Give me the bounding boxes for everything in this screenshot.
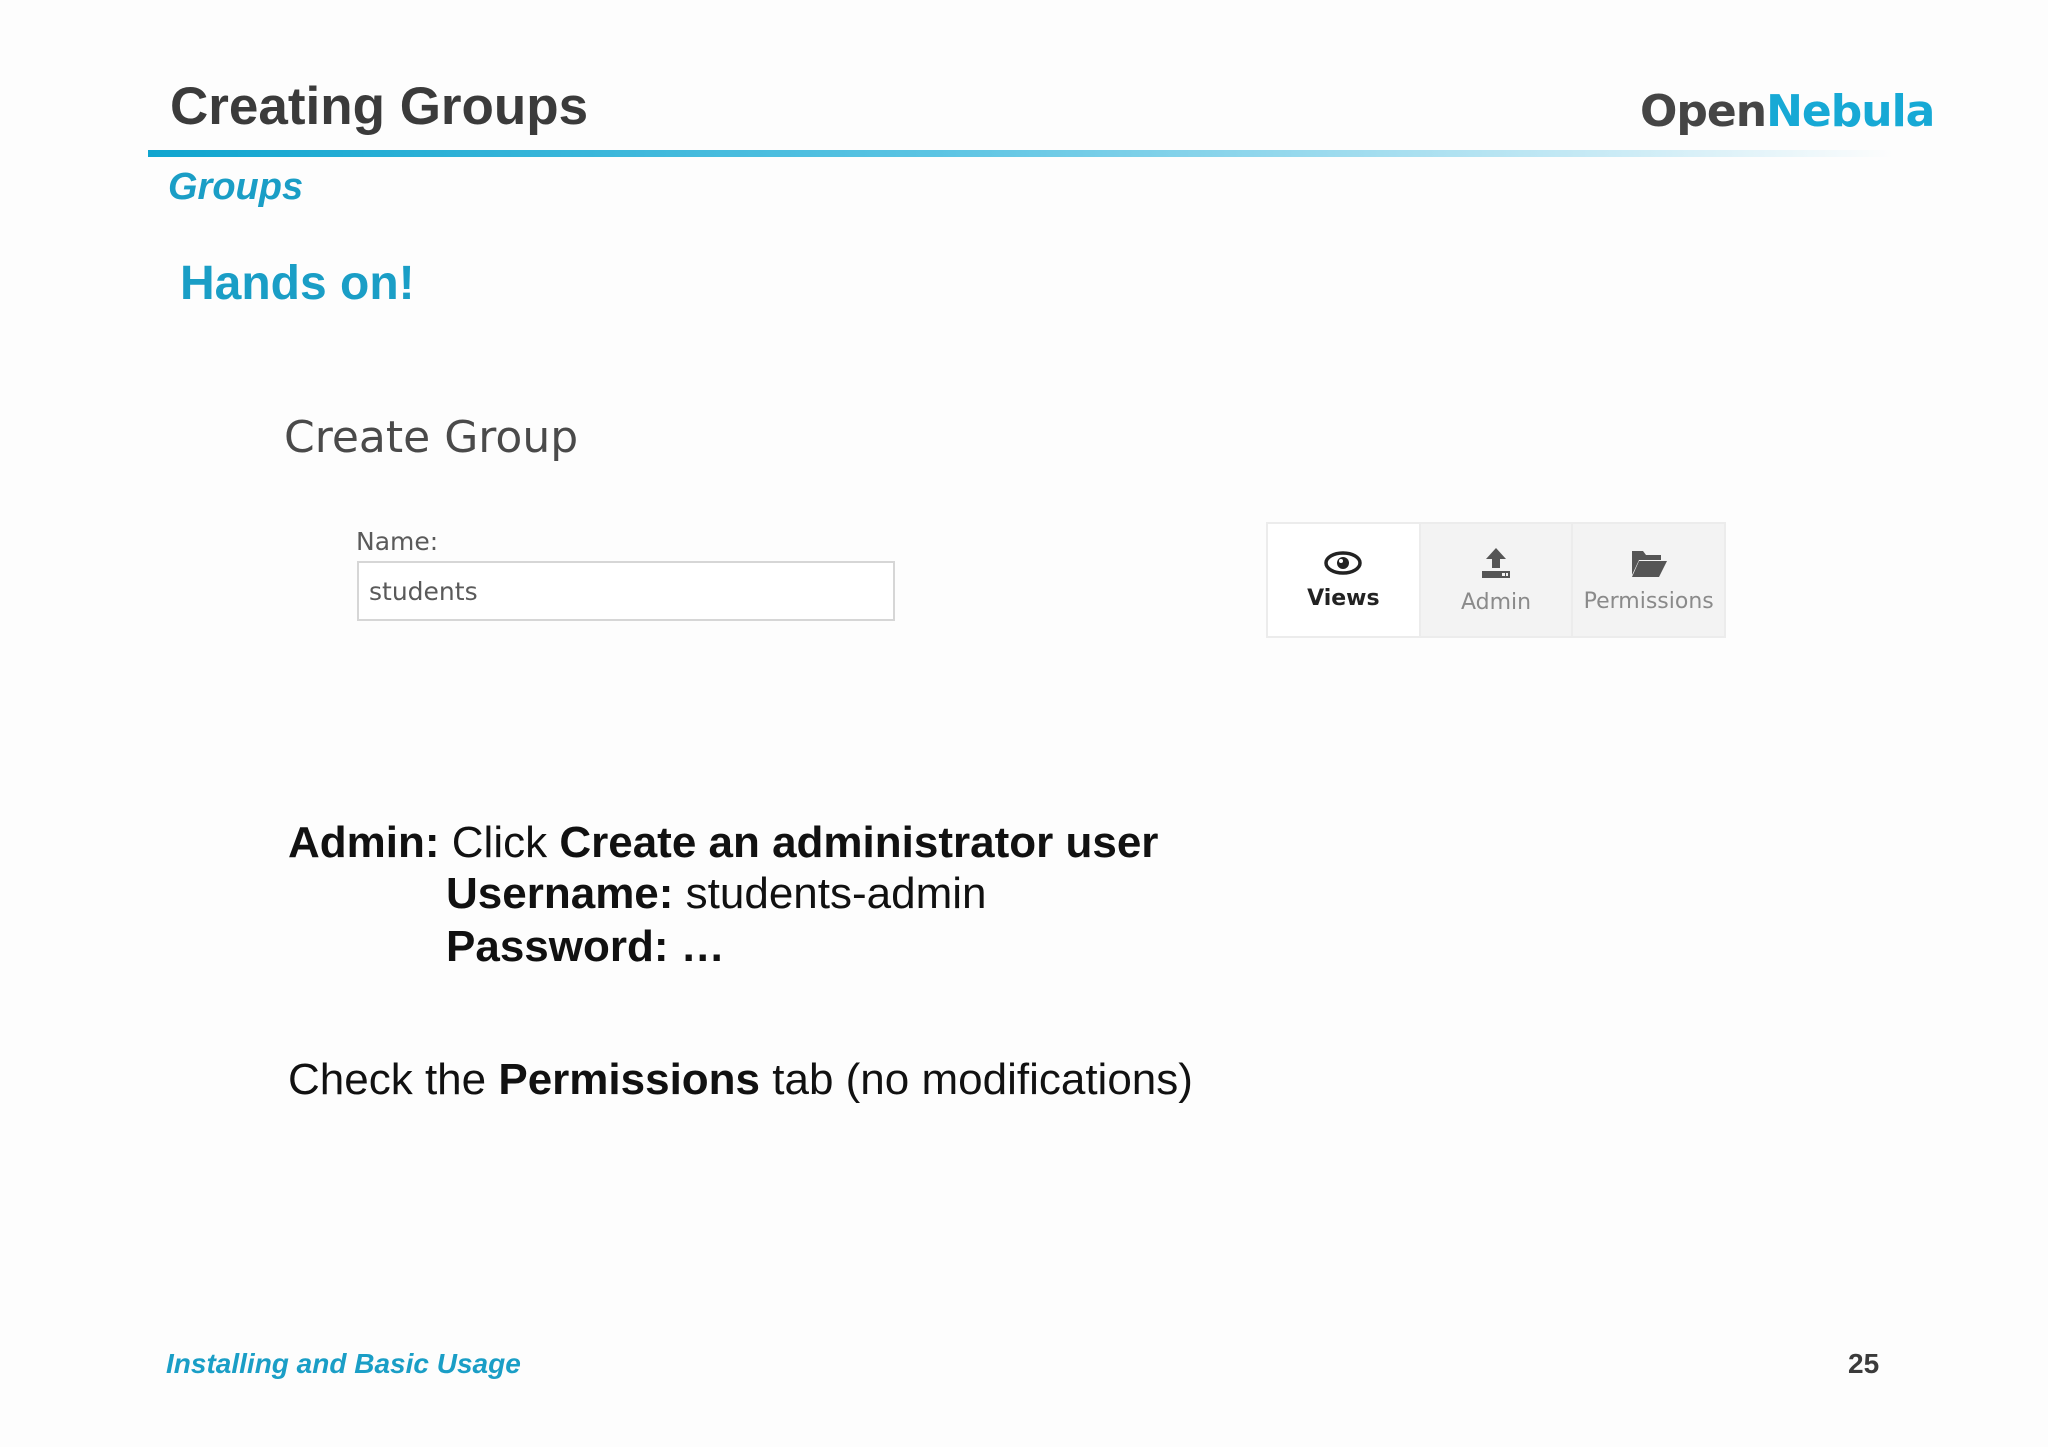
title-divider: [148, 150, 1893, 157]
opennebula-logo: OpenNebula: [1640, 86, 1935, 137]
eye-icon: [1324, 550, 1363, 575]
tab-permissions-label: Permissions: [1583, 588, 1714, 614]
username-line: Username: students-admin: [446, 869, 987, 919]
tab-admin-label: Admin: [1460, 589, 1532, 615]
check-suffix: tab (no modifications): [772, 1055, 1193, 1104]
footer-title: Installing and Basic Usage: [166, 1348, 521, 1379]
logo-part-open: Open: [1640, 86, 1767, 137]
password-line: Password: …: [446, 922, 725, 972]
tab-permissions[interactable]: Permissions: [1573, 524, 1724, 636]
tab-admin[interactable]: Admin: [1421, 524, 1574, 636]
create-group-title: Create Group: [284, 412, 579, 463]
admin-label: Admin:: [288, 818, 440, 867]
admin-click-text: Click: [451, 818, 548, 867]
permissions-instruction: Check the Permissions tab (no modificati…: [288, 1055, 1193, 1105]
name-input[interactable]: [357, 561, 895, 621]
slide-subtitle: Groups: [168, 166, 304, 208]
tab-views-label: Views: [1307, 585, 1380, 611]
check-prefix: Check the: [288, 1055, 487, 1104]
upload-icon: [1482, 547, 1510, 578]
password-label: Password: …: [446, 922, 725, 971]
admin-instruction: Admin: Click Create an administrator use…: [288, 818, 1158, 868]
folder-open-icon: [1631, 550, 1667, 577]
logo-part-nebula: Nebula: [1766, 86, 1935, 137]
section-heading: Hands on!: [180, 257, 415, 310]
username-label: Username:: [446, 869, 674, 918]
admin-action-text: Create an administrator user: [559, 818, 1159, 867]
name-label: Name:: [356, 527, 439, 556]
username-value: students-admin: [685, 869, 987, 918]
group-tabs: Views Admin Permissions: [1266, 522, 1726, 638]
tab-views[interactable]: Views: [1268, 524, 1421, 636]
page-number: 25: [1848, 1348, 1880, 1379]
slide-title: Creating Groups: [170, 77, 589, 136]
check-bold: Permissions: [498, 1055, 761, 1104]
